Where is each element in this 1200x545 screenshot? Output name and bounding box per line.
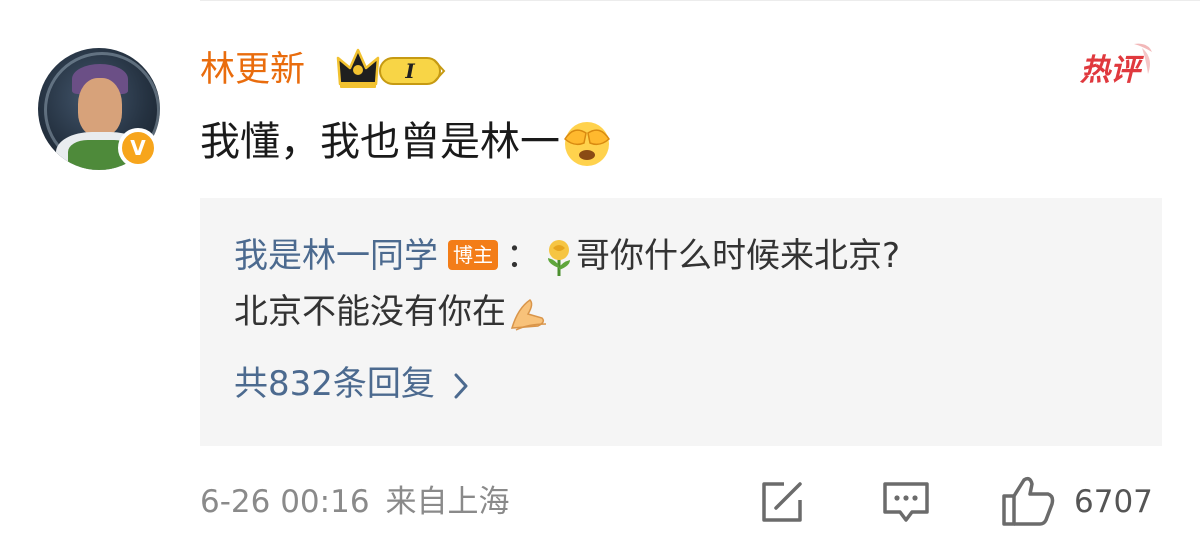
see-no-evil-emoji	[564, 122, 610, 166]
reply-text-line1: 哥你什么时候来北京?	[576, 236, 901, 276]
reply-preview[interactable]: 我是林一同学 博主 ： 哥你什么时候来北京? 北京不能没有你在 共832条回复	[200, 198, 1162, 446]
avatar-face	[78, 78, 122, 136]
hot-tag-label: 热评	[1079, 53, 1145, 88]
top-divider	[200, 0, 1200, 1]
comment-datetime: 6-26 00:16	[200, 484, 370, 520]
reply-second-line: 北京不能没有你在	[234, 286, 550, 338]
reply-separator: ：	[506, 236, 540, 276]
chevron-right-icon	[454, 373, 468, 398]
level-label: I	[404, 59, 415, 83]
comment-meta: 6-26 00:16 来自上海	[200, 478, 510, 526]
comment-body: 我懂，我也曾是林一	[200, 119, 560, 165]
reply-first-line: 我是林一同学 博主 ： 哥你什么时候来北京?	[234, 230, 900, 282]
reply-text-line2: 北京不能没有你在	[234, 292, 506, 332]
comment-text: 我懂，我也曾是林一	[200, 112, 612, 172]
thumbs-up-icon[interactable]	[1000, 474, 1056, 528]
view-all-replies-link[interactable]: 共832条回复	[234, 358, 469, 410]
comment-username[interactable]: 林更新	[200, 44, 305, 96]
comment-icon[interactable]	[880, 478, 932, 526]
comment-location: 来自上海	[385, 484, 510, 520]
blogger-badge: 博主	[448, 239, 498, 270]
reply-username[interactable]: 我是林一同学	[234, 236, 438, 276]
pray-hands-emoji	[510, 298, 547, 331]
v-verified-icon: V	[118, 128, 158, 168]
share-icon[interactable]	[758, 478, 806, 526]
rose-emoji	[548, 239, 570, 276]
crown-icon	[336, 48, 380, 88]
more-replies-label: 共832条回复	[234, 364, 435, 404]
like-count: 6707	[1074, 484, 1153, 520]
hot-comment-tag: 热评	[1079, 43, 1152, 88]
crown-level-badge[interactable]: I	[336, 46, 446, 92]
